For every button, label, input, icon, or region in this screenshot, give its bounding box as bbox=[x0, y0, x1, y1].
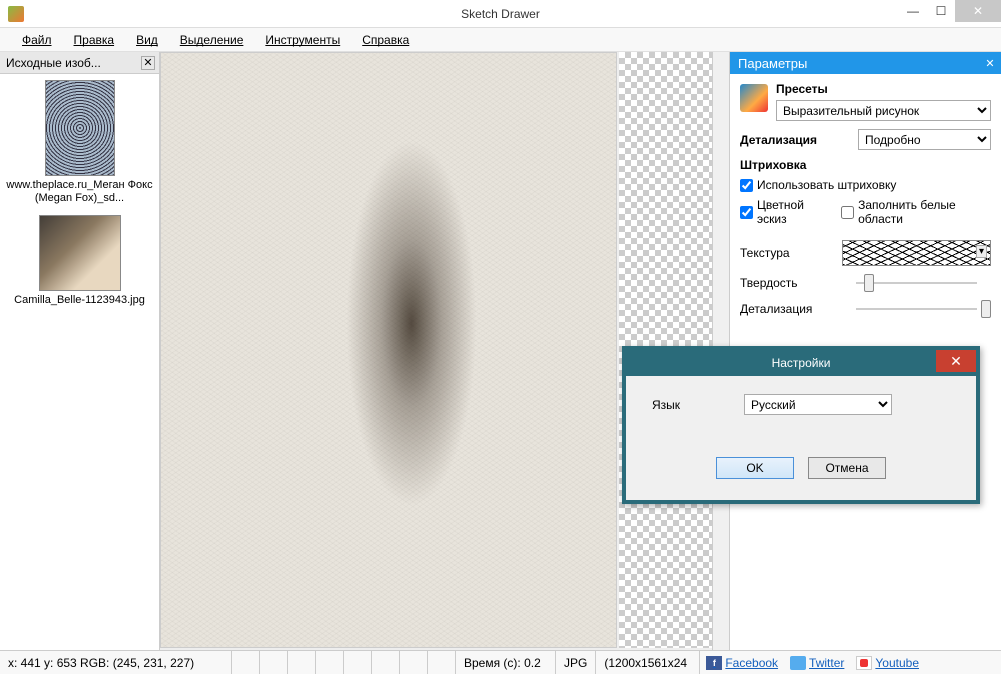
status-coords: x: 441 y: 653 RGB: (245, 231, 227) bbox=[0, 651, 232, 674]
thumbnail-label: www.theplace.ru_Меган Фокс (Megan Fox)_s… bbox=[6, 179, 153, 205]
hardness-slider[interactable] bbox=[856, 274, 991, 292]
use-hatch-checkbox[interactable] bbox=[740, 179, 753, 192]
twitter-icon bbox=[790, 656, 806, 670]
menu-help[interactable]: Справка bbox=[352, 30, 419, 50]
fill-white-checkbox[interactable] bbox=[841, 206, 854, 219]
sidebar-close-icon[interactable]: ✕ bbox=[141, 56, 155, 70]
dialog-close-button[interactable]: ✕ bbox=[936, 350, 976, 372]
color-sketch-label: Цветной эскиз bbox=[757, 198, 829, 226]
dialog-titlebar[interactable]: Настройки ✕ bbox=[626, 350, 976, 376]
cancel-button[interactable]: Отмена bbox=[808, 457, 886, 479]
hatch-section-label: Штриховка bbox=[740, 158, 991, 172]
thumbnail-item[interactable]: Camilla_Belle-1123943.jpg bbox=[6, 215, 153, 307]
twitter-link[interactable]: Twitter bbox=[784, 656, 850, 670]
status-format: JPG bbox=[556, 651, 596, 674]
source-images-sidebar: Исходные изоб... ✕ www.theplace.ru_Меган… bbox=[0, 52, 160, 650]
presets-icon bbox=[740, 84, 768, 112]
maximize-button[interactable]: ☐ bbox=[927, 0, 955, 22]
preset-select[interactable]: Выразительный рисунок bbox=[776, 100, 991, 121]
titlebar: Sketch Drawer — ☐ ✕ bbox=[0, 0, 1001, 28]
sidebar-header: Исходные изоб... ✕ bbox=[0, 52, 159, 74]
color-sketch-checkbox[interactable] bbox=[740, 206, 753, 219]
menu-view[interactable]: Вид bbox=[126, 30, 168, 50]
panel-header: Параметры ✕ bbox=[730, 52, 1001, 74]
status-dimensions: (1200x1561x24 bbox=[596, 651, 700, 674]
detail-label: Детализация bbox=[740, 133, 850, 147]
ok-button[interactable]: OK bbox=[716, 457, 794, 479]
language-label: Язык bbox=[652, 398, 732, 412]
thumbnail-item[interactable]: www.theplace.ru_Меган Фокс (Megan Fox)_s… bbox=[6, 80, 153, 205]
language-select[interactable]: Русский bbox=[744, 394, 892, 415]
menu-select[interactable]: Выделение bbox=[170, 30, 254, 50]
minimize-button[interactable]: — bbox=[899, 0, 927, 22]
panel-close-icon[interactable]: ✕ bbox=[983, 56, 997, 70]
menubar: Файл Правка Вид Выделение Инструменты Сп… bbox=[0, 28, 1001, 52]
statusbar: x: 441 y: 653 RGB: (245, 231, 227) Время… bbox=[0, 650, 1001, 674]
status-time: Время (с): 0.2 bbox=[456, 651, 556, 674]
youtube-link[interactable]: Youtube bbox=[850, 656, 925, 670]
facebook-icon: f bbox=[706, 656, 722, 670]
menu-edit[interactable]: Правка bbox=[64, 30, 125, 50]
detailization-label: Детализация bbox=[740, 302, 850, 316]
menu-tools[interactable]: Инструменты bbox=[255, 30, 350, 50]
dialog-title: Настройки bbox=[772, 356, 831, 370]
app-icon bbox=[8, 6, 24, 22]
hardness-label: Твердость bbox=[740, 276, 850, 290]
texture-select[interactable] bbox=[842, 240, 991, 266]
canvas-image[interactable] bbox=[160, 52, 617, 648]
sidebar-title: Исходные изоб... bbox=[6, 56, 101, 70]
panel-title: Параметры bbox=[738, 56, 807, 71]
fill-white-label: Заполнить белые области bbox=[858, 198, 991, 226]
youtube-icon bbox=[856, 656, 872, 670]
facebook-link[interactable]: fFacebook bbox=[700, 656, 784, 670]
use-hatch-label: Использовать штриховку bbox=[757, 178, 896, 192]
settings-dialog: Настройки ✕ Язык Русский OK Отмена bbox=[622, 346, 980, 504]
thumbnail-label: Camilla_Belle-1123943.jpg bbox=[6, 294, 153, 307]
thumbnail-image bbox=[45, 80, 115, 176]
thumbnail-image bbox=[39, 215, 121, 291]
detailization-slider[interactable] bbox=[856, 300, 991, 318]
presets-label: Пресеты bbox=[776, 82, 991, 96]
texture-label: Текстура bbox=[740, 246, 832, 260]
menu-file[interactable]: Файл bbox=[12, 30, 62, 50]
detail-select[interactable]: Подробно bbox=[858, 129, 991, 150]
window-close-button[interactable]: ✕ bbox=[955, 0, 1001, 22]
window-title: Sketch Drawer bbox=[461, 7, 540, 21]
